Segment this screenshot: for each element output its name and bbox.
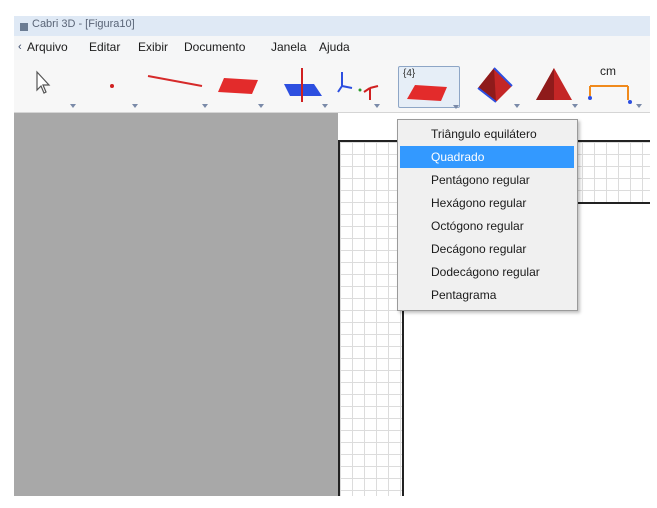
- toolbar: {4} cm: [14, 60, 650, 113]
- line-tool-button[interactable]: [142, 66, 208, 108]
- chevron-down-icon: [70, 104, 76, 108]
- menu-janela[interactable]: Janela: [271, 40, 306, 54]
- chevron-down-icon: [202, 104, 208, 108]
- chevron-down-icon: [132, 104, 138, 108]
- app-icon: [20, 23, 28, 31]
- gray-background-panel: [14, 113, 338, 496]
- square-icon: [407, 85, 447, 101]
- point-icon: [110, 84, 114, 88]
- chevron-down-icon: [453, 105, 459, 109]
- chevron-down-icon: [374, 104, 380, 108]
- menu-item-quadrado[interactable]: Quadrado: [400, 146, 574, 168]
- pointer-icon: [36, 70, 51, 94]
- transform-icon: [337, 72, 379, 100]
- menu-item-octogono-regular[interactable]: Octógono regular: [400, 215, 574, 237]
- plane-tool-button[interactable]: [214, 66, 264, 108]
- pyramid-tool-button[interactable]: [530, 66, 578, 108]
- plane-icon: [218, 78, 258, 94]
- measure-unit-label: cm: [600, 64, 616, 78]
- title-bar: Cabri 3D - [Figura10]: [14, 16, 650, 37]
- menu-item-pentagrama[interactable]: Pentagrama: [400, 284, 574, 306]
- menu-arquivo[interactable]: Arquivo: [27, 40, 68, 54]
- pyramid-icon: [536, 68, 572, 100]
- regular-polygon-tool-button[interactable]: {4}: [398, 66, 460, 109]
- perpendicular-icon: [284, 68, 322, 102]
- menu-item-triangulo-equilatero[interactable]: Triângulo equilátero: [400, 123, 574, 145]
- menu-documento[interactable]: Documento: [184, 40, 245, 54]
- menu-editar[interactable]: Editar: [89, 40, 120, 54]
- menu-item-hexagono-regular[interactable]: Hexágono regular: [400, 192, 574, 214]
- menu-exibir[interactable]: Exibir: [138, 40, 168, 54]
- ruler-icon: [588, 85, 632, 104]
- app-window: Cabri 3D - [Figura10] ‹ Arquivo Editar E…: [14, 16, 650, 496]
- pointer-tool-button[interactable]: [28, 66, 76, 108]
- transform-tool-button[interactable]: [332, 66, 380, 108]
- grid-canvas-left[interactable]: [338, 140, 404, 496]
- menu-item-pentagono-regular[interactable]: Pentágono regular: [400, 169, 574, 191]
- menu-ajuda[interactable]: Ajuda: [319, 40, 350, 54]
- menu-item-decagono-regular[interactable]: Decágono regular: [400, 238, 574, 260]
- chevron-down-icon: [514, 104, 520, 108]
- menu-item-dodecagono-regular[interactable]: Dodecágono regular: [400, 261, 574, 283]
- chevron-down-icon: [572, 104, 578, 108]
- polyhedron-tool-button[interactable]: [472, 66, 520, 108]
- window-title: Cabri 3D - [Figura10]: [32, 18, 135, 30]
- line-icon: [147, 75, 203, 87]
- chevron-down-icon: [636, 104, 642, 108]
- chevron-down-icon: [322, 104, 328, 108]
- polygon-dropdown-menu: Triângulo equilátero Quadrado Pentágono …: [397, 119, 578, 311]
- point-tool-button[interactable]: [92, 66, 138, 108]
- polyhedron-icon: [477, 67, 513, 103]
- perpendicular-tool-button[interactable]: [276, 66, 328, 108]
- menu-bar: ‹ Arquivo Editar Exibir Documento Janela…: [14, 36, 650, 61]
- chevron-down-icon: [258, 104, 264, 108]
- document-menu-icon[interactable]: ‹: [18, 40, 26, 54]
- measure-tool-button[interactable]: cm: [586, 64, 642, 108]
